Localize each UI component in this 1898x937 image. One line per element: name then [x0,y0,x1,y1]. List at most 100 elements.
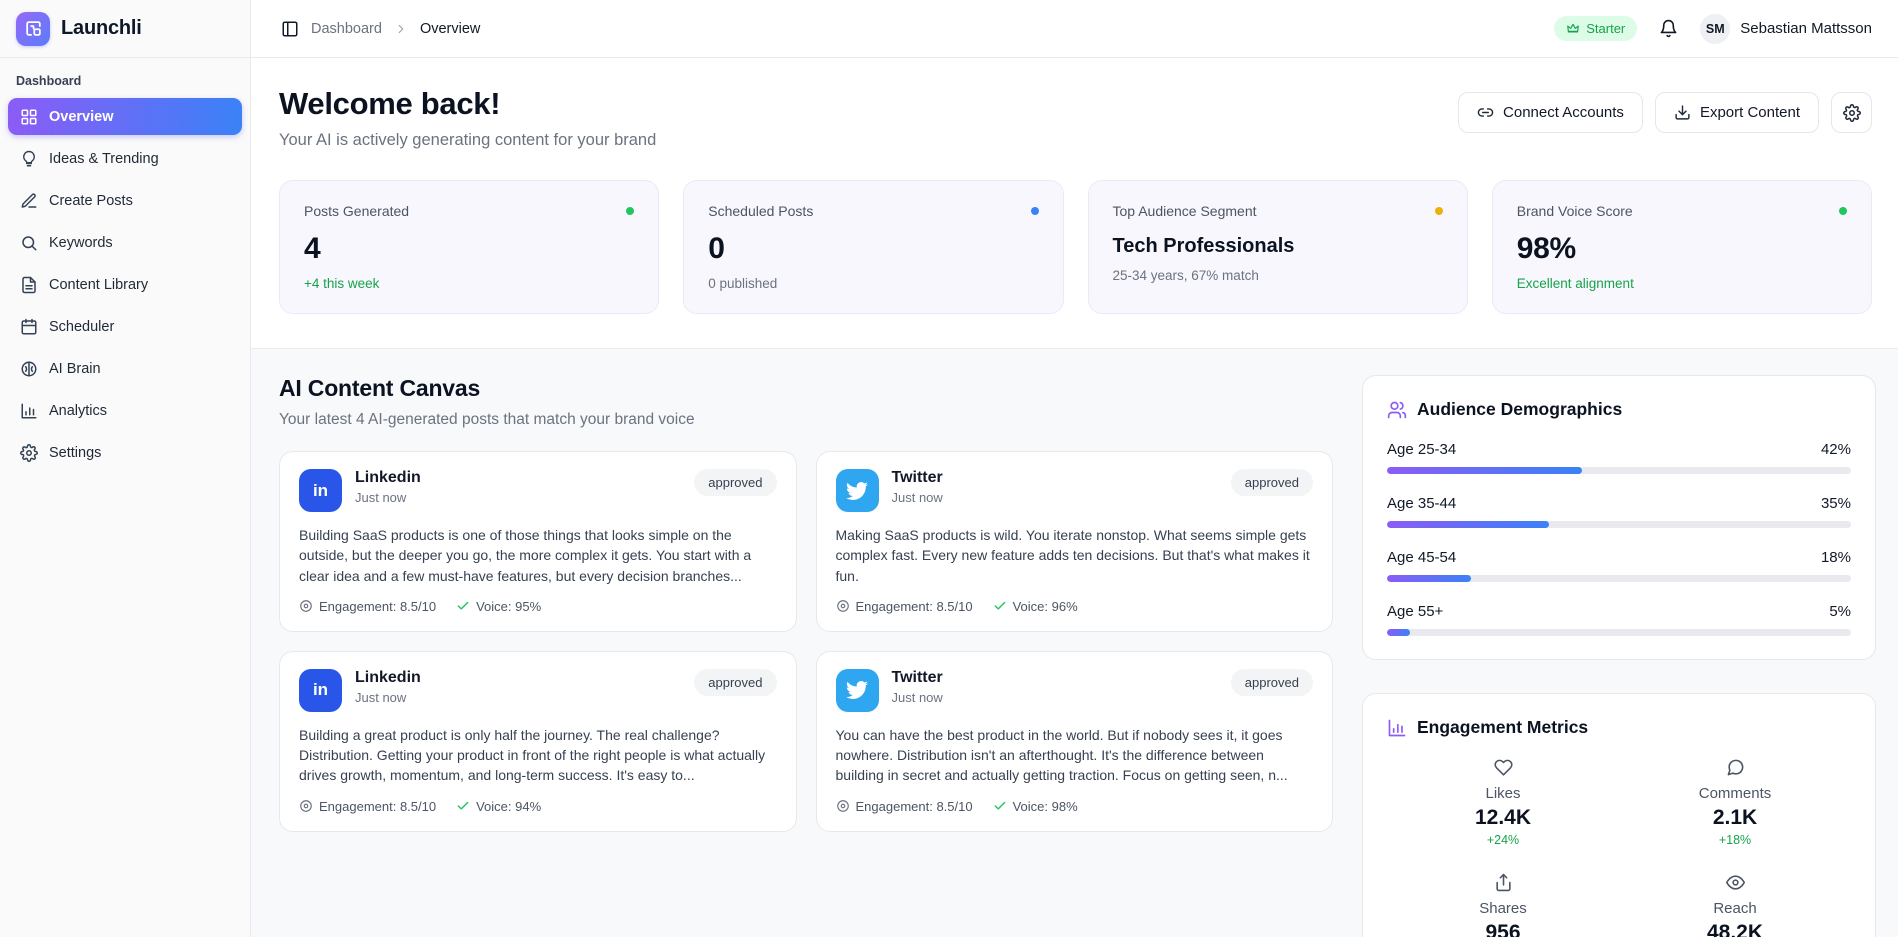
status-badge: approved [694,669,776,696]
metric-value: 12.4K [1475,806,1531,830]
target-icon [299,799,313,813]
post-platform: Linkedin [355,669,421,687]
sidebar-item-scheduler[interactable]: Scheduler [8,308,242,345]
connect-accounts-button[interactable]: Connect Accounts [1458,92,1643,133]
breadcrumb-current: Overview [420,21,480,37]
post-body: You can have the best product in the wor… [836,725,1314,786]
demographic-row: Age 25-34 42% [1387,441,1851,474]
brain-icon [20,360,38,378]
stat-label: Posts Generated [304,203,409,219]
stat-card-scheduled-posts: Scheduled Posts 0 0 published [683,180,1063,314]
sidebar-item-content-library[interactable]: Content Library [8,266,242,303]
stat-value: 98% [1517,232,1847,266]
page-title: Welcome back! [279,86,656,122]
stat-card-posts-generated: Posts Generated 4 +4 this week [279,180,659,314]
voice-stat: Voice: 94% [456,799,541,814]
engagement-stat: Engagement: 8.5/10 [836,599,973,614]
plan-badge: Starter [1554,16,1637,41]
bell-icon[interactable] [1659,19,1678,38]
bar-chart-icon [1387,718,1407,738]
sidebar-nav: Dashboard Overview Ideas & Trending Crea… [0,58,250,476]
user-menu[interactable]: SM Sebastian Mattsson [1700,14,1872,44]
download-icon [1674,104,1691,121]
audience-demographics-card: Audience Demographics Age 25-3442% Age 3… [1362,375,1876,660]
demo-pct: 42% [1821,441,1851,458]
metric-value: 2.1K [1713,806,1757,830]
demo-label: Age 25-34 [1387,441,1456,458]
demo-label: Age 35-44 [1387,495,1456,512]
bar-chart-icon [20,402,38,420]
metrics-grid: Likes 12.4K +24% Comments 2.1K +18% [1387,758,1851,937]
sidebar-item-create-posts[interactable]: Create Posts [8,182,242,219]
canvas-subtitle: Your latest 4 AI-generated posts that ma… [279,411,1333,429]
app-logo-row: Launchli [0,0,250,58]
sidebar-item-settings[interactable]: Settings [8,434,242,471]
status-dot [1031,207,1039,215]
users-icon [1387,400,1407,420]
post-body: Building SaaS products is one of those t… [299,525,777,586]
demographic-row: Age 55+5% [1387,603,1851,636]
metric-delta: +24% [1487,833,1519,847]
stat-value: 4 [304,232,634,266]
sidebar: Launchli Dashboard Overview Ideas & Tren… [0,0,251,937]
metric-reach: Reach 48.2K [1619,873,1851,937]
page-subtitle: Your AI is actively generating content f… [279,131,656,150]
target-icon [836,599,850,613]
sidebar-item-label: Overview [49,109,114,125]
crown-icon [1566,22,1580,36]
post-body: Building a great product is only half th… [299,725,777,786]
engagement-stat: Engagement: 8.5/10 [299,599,436,614]
metric-delta: +18% [1719,833,1751,847]
nav-section-label: Dashboard [8,74,242,98]
breadcrumb: Dashboard Overview [281,20,480,38]
post-card-twitter-2[interactable]: Twitter Just now approved You can have t… [816,651,1334,832]
post-card-twitter-1[interactable]: Twitter Just now approved Making SaaS pr… [816,451,1334,632]
sidebar-item-analytics[interactable]: Analytics [8,392,242,429]
status-badge: approved [694,469,776,496]
app-logo-icon [16,12,50,46]
eye-icon [1726,873,1745,892]
chevron-right-icon [394,22,408,36]
lower-section: AI Content Canvas Your latest 4 AI-gener… [251,348,1898,937]
linkedin-icon: in [299,469,342,512]
demo-pct: 18% [1821,549,1851,566]
sidebar-item-label: Scheduler [49,319,114,335]
comment-icon [1726,758,1745,777]
top-bar: Dashboard Overview Starter SM Sebastian … [251,0,1898,58]
user-name: Sebastian Mattsson [1740,20,1872,37]
metric-value: 956 [1485,921,1520,937]
post-card-linkedin-2[interactable]: in Linkedin Just now approved Building a… [279,651,797,832]
ai-content-canvas: AI Content Canvas Your latest 4 AI-gener… [279,375,1333,937]
hero-section: Welcome back! Your AI is actively genera… [251,58,1898,180]
breadcrumb-parent[interactable]: Dashboard [311,21,382,37]
post-body: Making SaaS products is wild. You iterat… [836,525,1314,586]
check-icon [993,599,1007,613]
stat-subtext: 25-34 years, 67% match [1113,268,1443,283]
sidebar-item-ai-brain[interactable]: AI Brain [8,350,242,387]
demographic-row: Age 45-5418% [1387,549,1851,582]
settings-button[interactable] [1831,92,1872,133]
sidebar-item-keywords[interactable]: Keywords [8,224,242,261]
progress-track [1387,575,1851,582]
export-content-button[interactable]: Export Content [1655,92,1819,133]
check-icon [456,799,470,813]
sidebar-item-ideas-trending[interactable]: Ideas & Trending [8,140,242,177]
voice-stat: Voice: 95% [456,599,541,614]
sidebar-item-overview[interactable]: Overview [8,98,242,135]
sidebar-item-label: Create Posts [49,193,133,209]
post-card-linkedin-1[interactable]: in Linkedin Just now approved Building S… [279,451,797,632]
search-icon [20,234,38,252]
stat-label: Brand Voice Score [1517,203,1633,219]
progress-track [1387,629,1851,636]
gear-icon [20,444,38,462]
share-icon [1494,873,1513,892]
stat-label: Scheduled Posts [708,203,813,219]
main-content: Welcome back! Your AI is actively genera… [251,58,1898,937]
file-text-icon [20,276,38,294]
metric-label: Reach [1713,900,1756,917]
sidebar-toggle-icon[interactable] [281,20,299,38]
widgets-column: Audience Demographics Age 25-3442% Age 3… [1362,375,1876,937]
engagement-stat: Engagement: 8.5/10 [299,799,436,814]
stat-label: Top Audience Segment [1113,203,1257,219]
post-platform: Twitter [892,669,943,687]
